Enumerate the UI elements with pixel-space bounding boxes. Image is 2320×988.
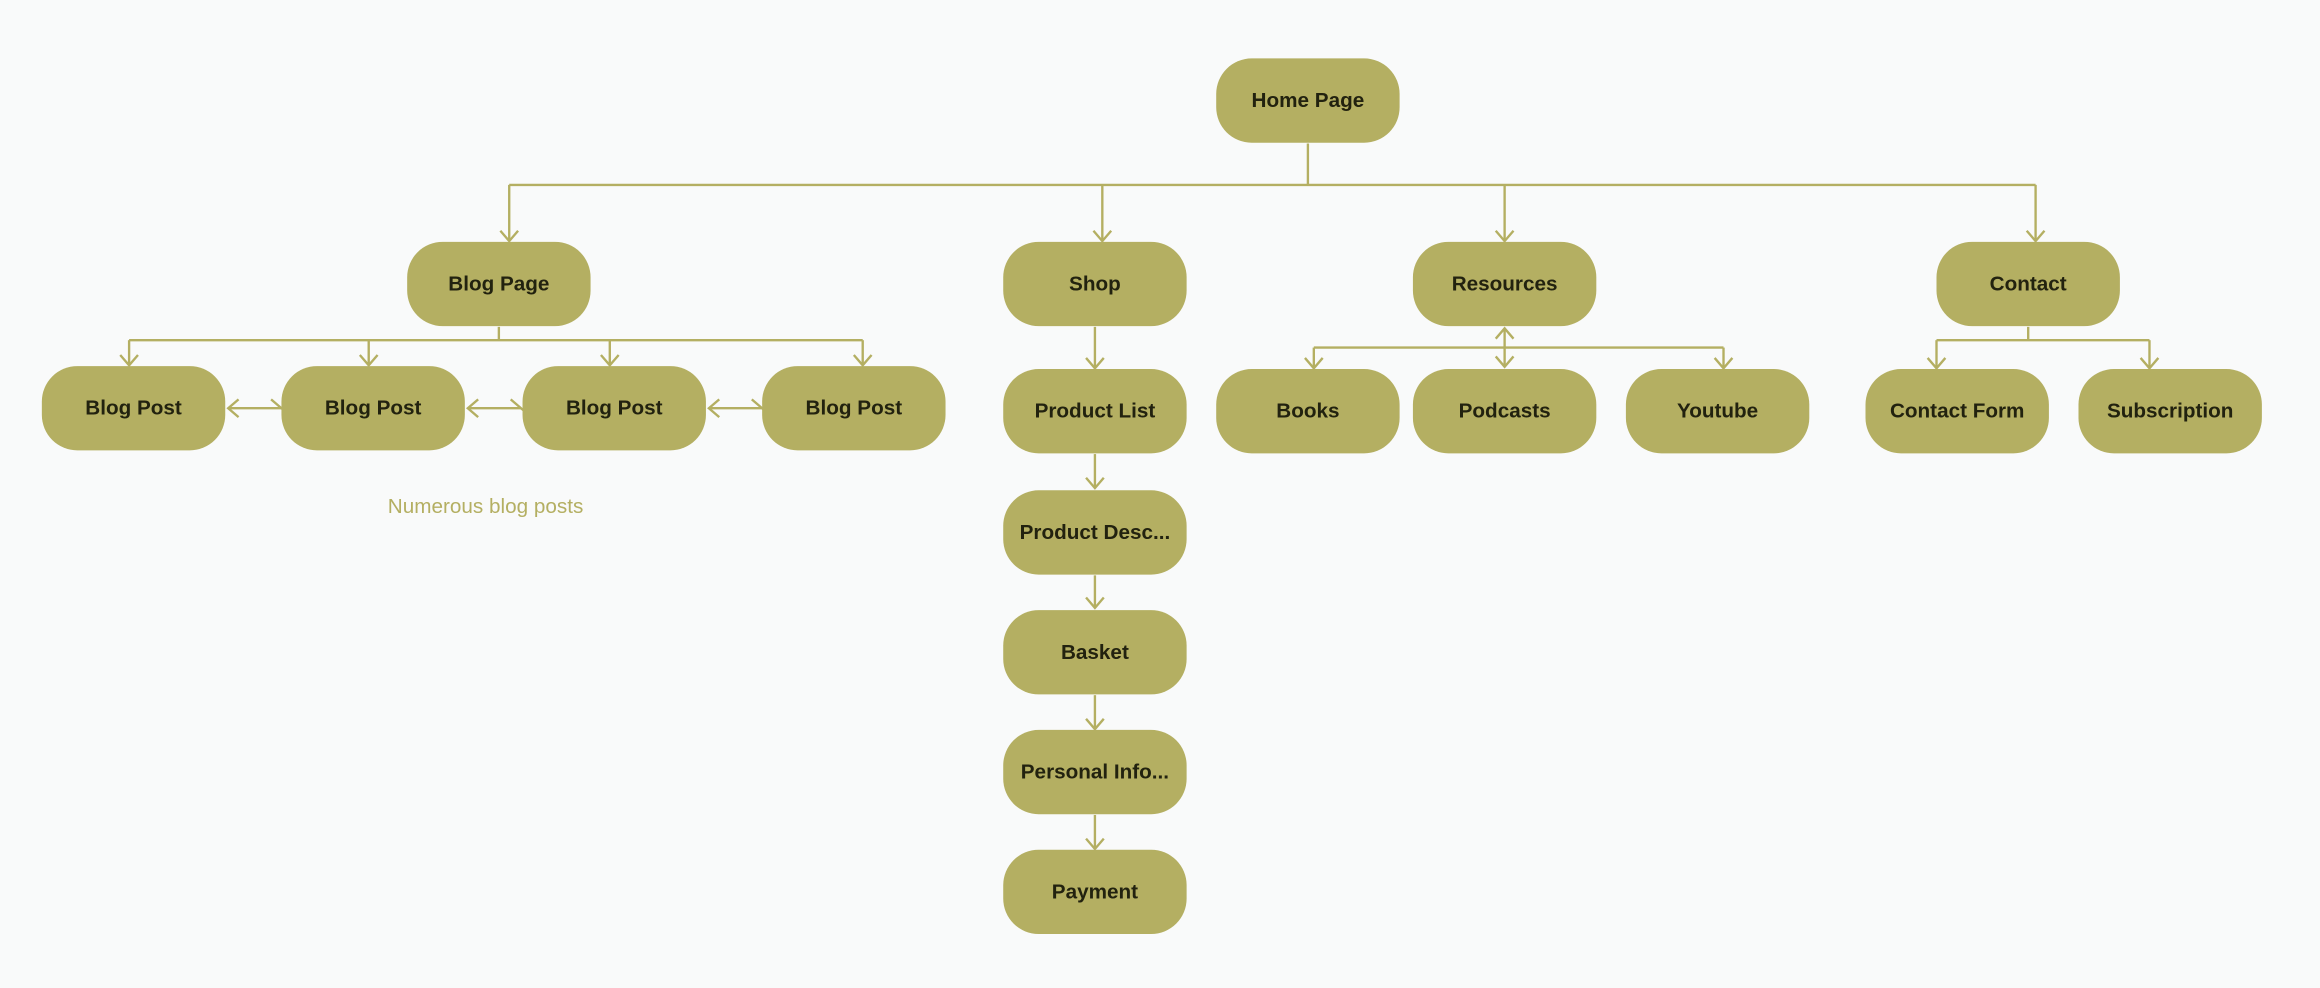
home-page-node[interactable]: Home Page [1216, 58, 1400, 143]
blog-post-node[interactable]: Blog Post [522, 366, 706, 451]
shop-flow-node-label: Payment [1052, 880, 1138, 903]
contact-child-node[interactable]: Subscription [2078, 369, 2262, 454]
blog-post-node[interactable]: Blog Post [41, 366, 226, 451]
blog-post-node-label: Blog Post [806, 397, 903, 420]
shop-flow-node[interactable]: Product List [1003, 369, 1187, 454]
connector-5 [129, 326, 863, 342]
shop-flow-node-label: Basket [1061, 641, 1129, 664]
connector-0 [509, 143, 2036, 187]
shop-node[interactable]: Shop [1003, 241, 1187, 327]
resources-node[interactable]: Resources [1412, 241, 1597, 327]
shop-node-label: Shop [1069, 272, 1121, 295]
resource-node-label: Youtube [1677, 400, 1758, 423]
shop-flow-node[interactable]: Payment [1003, 849, 1187, 935]
blog-posts-note: Numerous blog posts [388, 495, 583, 518]
blog-page-node-label: Blog Page [448, 272, 549, 295]
connector-22 [1936, 326, 2150, 342]
shop-flow-node[interactable]: Personal Info... [1003, 729, 1187, 815]
shop-flow-node[interactable]: Product Desc... [1003, 490, 1187, 575]
home-page-node-label: Home Page [1252, 89, 1365, 112]
blog-post-node-label: Blog Post [566, 397, 663, 420]
shop-flow-node-label: Personal Info... [1021, 761, 1169, 784]
blog-post-node[interactable]: Blog Post [762, 366, 946, 451]
sitemap-diagram: Home Page Blog Page Shop Resources Contact Bl… [41, 58, 2262, 935]
shop-flow-node-label: Product List [1035, 400, 1156, 423]
contact-child-node-label: Subscription [2107, 400, 2233, 423]
shop-flow-node-label: Product Desc... [1020, 521, 1171, 544]
contact-child-node[interactable]: Contact Form [1865, 369, 2049, 454]
blog-post-node[interactable]: Blog Post [281, 366, 465, 451]
resource-node-label: Podcasts [1459, 400, 1551, 423]
contact-node[interactable]: Contact [1936, 241, 2120, 327]
blog-post-node-label: Blog Post [85, 397, 182, 420]
resources-node-label: Resources [1452, 272, 1558, 295]
contact-node-label: Contact [1990, 272, 2067, 295]
resource-node[interactable]: Books [1216, 369, 1400, 454]
shop-flow-node[interactable]: Basket [1003, 610, 1187, 695]
contact-child-node-label: Contact Form [1890, 400, 2024, 423]
nodes: Home Page Blog Page Shop Resources Contact Bl… [41, 58, 2262, 935]
blog-page-node[interactable]: Blog Page [407, 241, 591, 327]
resource-node[interactable]: Youtube [1625, 369, 1810, 454]
resource-node-label: Books [1276, 400, 1339, 423]
blog-post-node-label: Blog Post [325, 397, 422, 420]
resource-node[interactable]: Podcasts [1412, 369, 1597, 454]
